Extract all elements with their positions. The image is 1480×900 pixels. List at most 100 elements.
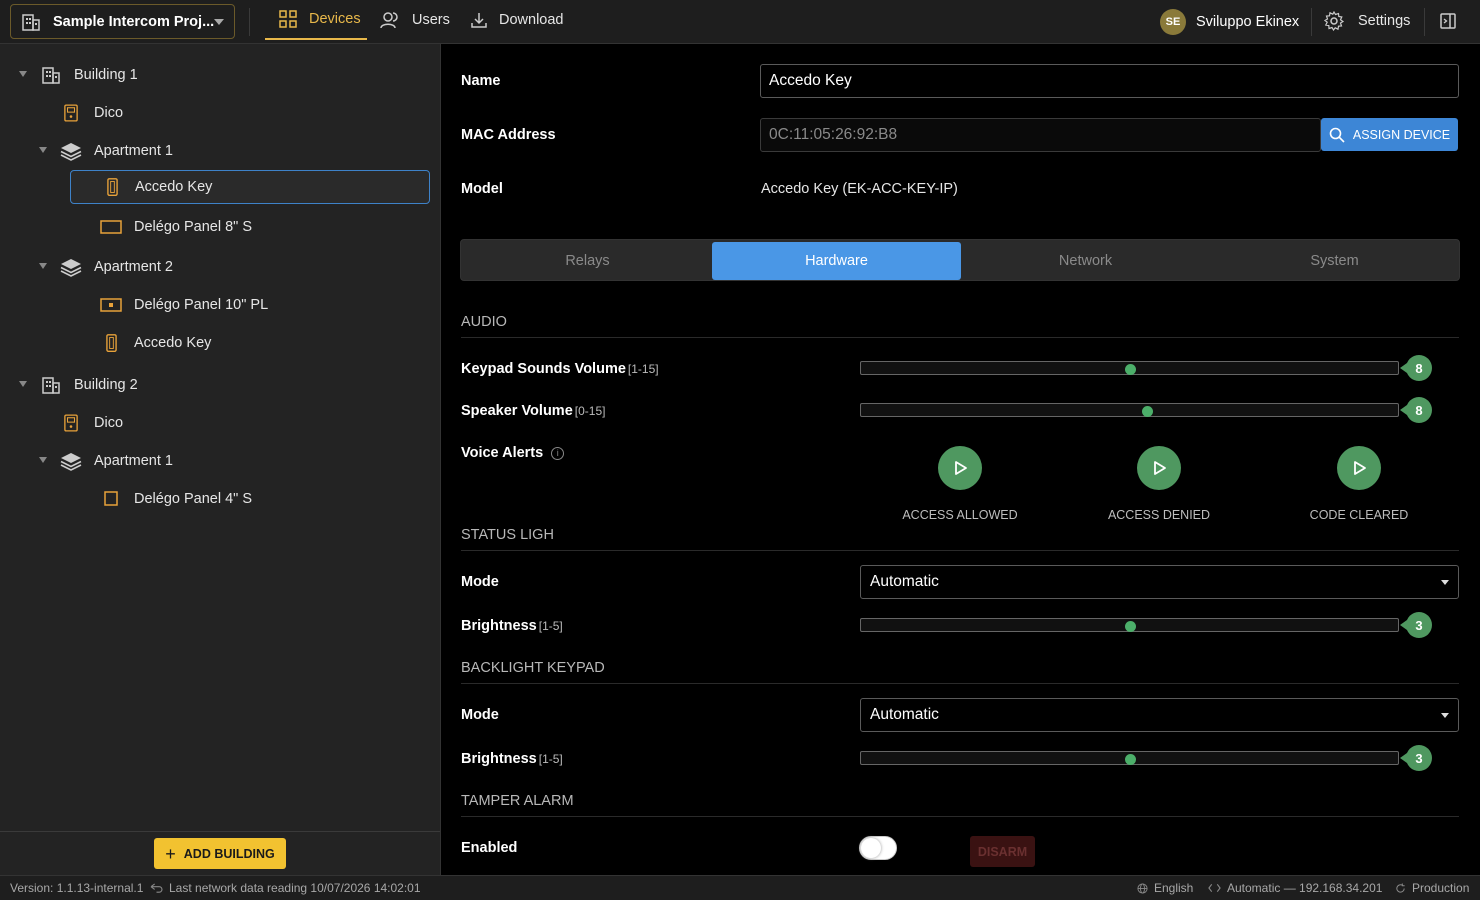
slider-knob[interactable] bbox=[1124, 364, 1136, 375]
play-label: ACCESS ALLOWED bbox=[902, 508, 1018, 522]
network-status[interactable]: Automatic — 192.168.34.201 bbox=[1208, 881, 1382, 895]
slider-knob[interactable] bbox=[1124, 621, 1136, 632]
status-mode-value: Automatic bbox=[870, 573, 939, 590]
expand-toggle[interactable] bbox=[19, 381, 27, 387]
tree-label: Delégo Panel 10" PL bbox=[134, 297, 269, 313]
globe-icon bbox=[1137, 882, 1148, 894]
tab-system[interactable]: System bbox=[1210, 242, 1459, 280]
status-mode-select[interactable]: Automatic bbox=[860, 565, 1459, 599]
tree-label: Accedo Key bbox=[134, 335, 212, 351]
play-access-allowed[interactable]: ACCESS ALLOWED bbox=[880, 446, 1040, 522]
section-title-backlight: BACKLIGHT KEYPAD bbox=[461, 660, 605, 676]
model-label: Model bbox=[461, 181, 503, 197]
tree-building-2[interactable]: Building 2 bbox=[40, 368, 138, 402]
download-icon bbox=[471, 13, 487, 28]
keypad-volume-range: [1-15] bbox=[627, 362, 659, 376]
status-brightness-label: Brightness [1-5] bbox=[461, 618, 563, 634]
backlight-mode-select[interactable]: Automatic bbox=[860, 698, 1459, 732]
avatar: SE bbox=[1160, 9, 1186, 35]
tree-device-panel-8[interactable]: Delégo Panel 8" S bbox=[100, 210, 252, 244]
mac-input[interactable]: 0C:11:05:26:92:B8 bbox=[760, 118, 1321, 152]
gear-icon bbox=[1324, 11, 1344, 31]
users-icon bbox=[380, 12, 398, 29]
play-icon[interactable] bbox=[1137, 446, 1181, 490]
tree-label: Accedo Key bbox=[135, 179, 213, 195]
expand-toggle[interactable] bbox=[39, 263, 47, 269]
tab-relays[interactable]: Relays bbox=[463, 242, 712, 280]
building-icon bbox=[22, 13, 40, 31]
tree-device-dico[interactable]: Dico bbox=[60, 96, 123, 130]
settings-button[interactable]: Settings bbox=[1324, 11, 1410, 31]
status-brightness-slider[interactable] bbox=[860, 618, 1399, 632]
nav-download-label: Download bbox=[499, 12, 564, 28]
nav-download[interactable]: Download bbox=[471, 0, 564, 40]
backlight-brightness-slider[interactable] bbox=[860, 751, 1399, 765]
refresh-icon bbox=[1396, 882, 1405, 893]
version-text: Version: 1.1.13-internal.1 bbox=[10, 881, 143, 895]
tab-hardware[interactable]: Hardware bbox=[712, 242, 961, 280]
environment-status[interactable]: Production bbox=[1395, 881, 1469, 895]
project-selector[interactable]: Sample Intercom Proj... bbox=[10, 4, 235, 39]
keypad-volume-slider[interactable] bbox=[860, 361, 1399, 375]
expand-toggle[interactable] bbox=[39, 457, 47, 463]
section-title-audio: AUDIO bbox=[461, 314, 507, 330]
tamper-enabled-toggle[interactable] bbox=[859, 836, 897, 860]
user-menu[interactable]: SE Sviluppo Ekinex bbox=[1160, 9, 1299, 35]
project-name: Sample Intercom Proj... bbox=[53, 13, 214, 30]
divider bbox=[461, 683, 1459, 684]
slider-knob[interactable] bbox=[1124, 754, 1136, 765]
name-input[interactable]: Accedo Key bbox=[760, 64, 1459, 98]
info-icon[interactable]: i bbox=[551, 446, 565, 460]
add-building-button[interactable]: + ADD BUILDING bbox=[154, 838, 286, 869]
tree-device-accedo-key[interactable]: Accedo Key bbox=[100, 326, 211, 360]
tree-apartment-2[interactable]: Apartment 2 bbox=[60, 250, 173, 284]
tree-device-dico[interactable]: Dico bbox=[60, 406, 123, 440]
section-title-tamper: TAMPER ALARM bbox=[461, 793, 574, 809]
section-title-status-light: STATUS LIGH bbox=[461, 527, 554, 543]
nav-devices[interactable]: Devices bbox=[265, 0, 367, 40]
keypad-volume-label: Keypad Sounds Volume [1-15] bbox=[461, 361, 659, 377]
speaker-volume-slider[interactable] bbox=[860, 403, 1399, 417]
language-selector[interactable]: English bbox=[1137, 881, 1193, 895]
play-access-denied[interactable]: ACCESS DENIED bbox=[1079, 446, 1239, 522]
tree-label: Apartment 1 bbox=[94, 453, 173, 469]
divider bbox=[461, 816, 1459, 817]
nav-users[interactable]: Users bbox=[380, 0, 450, 40]
language-label: English bbox=[1154, 881, 1194, 895]
play-code-cleared[interactable]: CODE CLEARED bbox=[1279, 446, 1439, 522]
slider-knob[interactable] bbox=[1142, 406, 1154, 417]
toggle-thumb bbox=[861, 838, 881, 858]
expand-toggle[interactable] bbox=[39, 147, 47, 153]
intercom-icon bbox=[60, 412, 82, 434]
tree-device-panel-10[interactable]: Delégo Panel 10" PL bbox=[100, 288, 268, 322]
play-label: CODE CLEARED bbox=[1309, 508, 1409, 522]
backlight-mode-label: Mode bbox=[461, 707, 499, 723]
tree-apartment-1[interactable]: Apartment 1 bbox=[60, 134, 173, 168]
backlight-brightness-text: Brightness bbox=[461, 751, 537, 767]
tree-label: Delégo Panel 4" S bbox=[134, 491, 253, 507]
network-label: Automatic — 192.168.34.201 bbox=[1227, 881, 1383, 895]
status-brightness-text: Brightness bbox=[461, 618, 537, 634]
tab-network[interactable]: Network bbox=[961, 242, 1210, 280]
panel-icon bbox=[100, 216, 122, 238]
assign-device-button[interactable]: ASSIGN DEVICE bbox=[1321, 118, 1458, 151]
keypad-icon bbox=[101, 176, 123, 198]
play-icon[interactable] bbox=[938, 446, 982, 490]
speaker-volume-text: Speaker Volume bbox=[461, 403, 573, 419]
play-icon[interactable] bbox=[1337, 446, 1381, 490]
backlight-brightness-label: Brightness [1-5] bbox=[461, 751, 563, 767]
add-building-label: ADD BUILDING bbox=[183, 846, 275, 861]
panel-icon bbox=[100, 488, 122, 510]
plus-icon: + bbox=[165, 843, 176, 864]
disarm-button: DISARM bbox=[970, 836, 1035, 867]
tree-apartment-1[interactable]: Apartment 1 bbox=[60, 444, 173, 478]
expand-toggle[interactable] bbox=[19, 71, 27, 77]
tree-building-1[interactable]: Building 1 bbox=[40, 58, 138, 92]
tab-bar: Relays Hardware Network System bbox=[460, 239, 1460, 281]
tree-device-accedo-key-selected[interactable]: Accedo Key bbox=[70, 170, 430, 204]
intercom-icon bbox=[60, 102, 82, 124]
divider bbox=[461, 550, 1459, 551]
voice-alerts-text: Voice Alerts bbox=[461, 445, 544, 461]
tree-device-panel-4[interactable]: Delégo Panel 4" S bbox=[100, 482, 252, 516]
panel-toggle-icon[interactable] bbox=[1440, 13, 1456, 32]
